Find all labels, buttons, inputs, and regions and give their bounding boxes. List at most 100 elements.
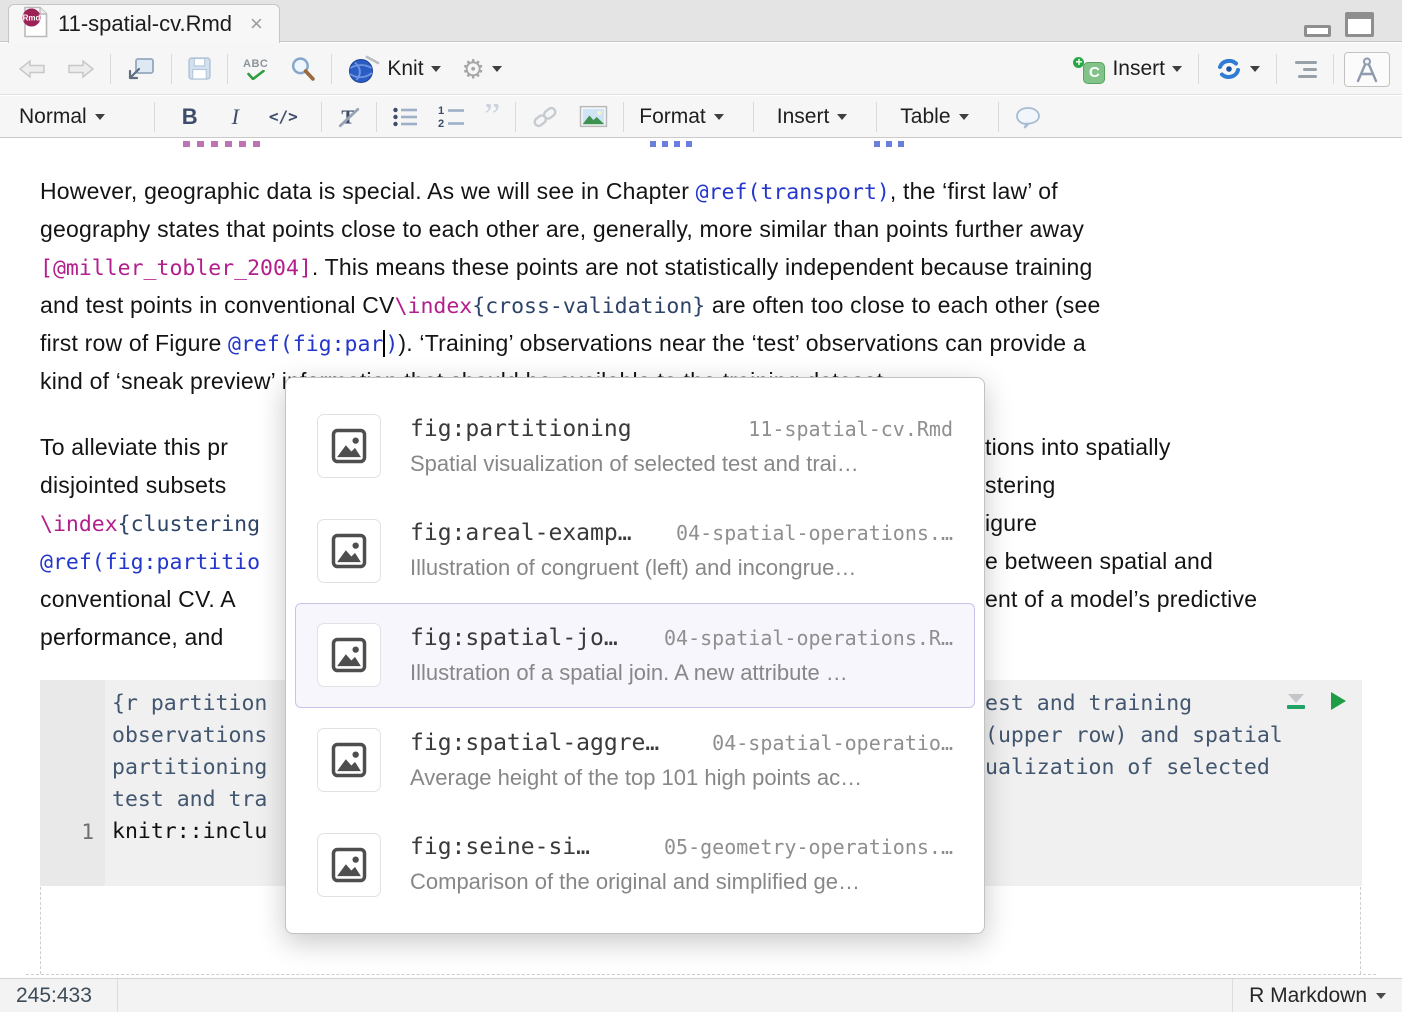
visual-mode-toggle-button[interactable] [1344,51,1390,87]
knit-button[interactable]: Knit [341,51,446,87]
document-outline-toggle[interactable] [1287,58,1323,81]
toolbar-separator [110,53,111,84]
numbered-list-icon: 1 2 [438,105,464,129]
xref-file: 04-spatial-operations.R… [664,625,953,650]
clear-formatting-button[interactable]: T [332,103,366,131]
run-above-icon [1288,693,1304,703]
svg-text:1: 1 [438,105,444,117]
link-icon [533,106,557,127]
text-line[interactable]: first row of Figure @ref(fig:par)). ‘Tra… [40,324,1370,362]
code-ref: @ref(fig:par [228,332,384,357]
bullet-list-icon [393,107,417,126]
image-button[interactable] [574,103,613,130]
back-arrow-icon [18,58,45,79]
xref-item[interactable]: fig:seine-si… 05-geometry-operations.… Co… [295,812,975,917]
text-line[interactable]: and test points in conventional CV\index… [40,286,1370,324]
xref-item[interactable]: fig:spatial-aggre… 04-spatial-operatio… A… [295,708,975,813]
italic-button[interactable]: I [227,102,244,132]
run-icon [1218,58,1240,79]
margin-guide [40,887,41,974]
maximize-icon[interactable] [1345,12,1374,37]
main-toolbar: ABC Knit ⚙ + C Insert [0,43,1402,95]
code-ref: @ref(transport) [695,180,890,205]
search-icon [292,57,316,81]
blockquote-button[interactable]: ” [479,102,505,132]
xref-desc: Illustration of congruent (left) and inc… [410,555,857,581]
run-button[interactable] [1209,54,1266,84]
table-menu[interactable]: Table [895,103,973,131]
toolbar-separator [331,53,333,84]
code-button[interactable]: </> [264,105,303,128]
back-button[interactable] [12,55,52,83]
margin-guide [26,974,1376,975]
chevron-down-icon [94,113,105,120]
xref-item[interactable]: fig:partitioning 11-spatial-cv.Rmd Spatia… [295,394,975,499]
find-replace-button[interactable] [283,52,322,85]
image-placeholder-icon [317,623,381,688]
text-line[interactable]: However, geographic data is special. As … [40,172,1370,210]
toolbar-separator [623,101,625,132]
knit-yarn-icon [349,55,380,83]
format-toolbar: Normal B I </> T [0,96,1402,138]
chevron-down-icon [1376,992,1386,999]
insert-menu[interactable]: Insert [772,103,853,131]
paragraph-style-select[interactable]: Normal [14,103,110,131]
gear-icon: ⚙ [461,53,485,84]
code-ref: @ref(fig:partitio [40,550,261,575]
paragraph: However, geographic data is special. As … [40,172,1370,400]
clipped-text-remnant [874,141,904,147]
format-menu[interactable]: Format [634,103,729,131]
numbered-list-button[interactable]: 1 2 [433,103,469,131]
chevron-down-icon [1172,66,1182,72]
chevron-down-icon [430,65,441,72]
xref-file: 04-spatial-operatio… [712,730,953,755]
show-in-new-window-button[interactable] [120,53,162,85]
outline-icon [1293,60,1317,78]
xref-item-selected[interactable]: fig:spatial-jo… 04-spatial-operations.R… … [295,603,975,708]
forward-arrow-icon [68,58,95,79]
toolbar-separator [227,53,228,84]
minimize-icon[interactable] [1304,25,1331,37]
index-argument: {cross-validation} [472,294,706,319]
spellcheck-button[interactable]: ABC [237,55,274,83]
editor-tab[interactable]: Rmd 11-spatial-cv.Rmd × [8,4,280,43]
document-mode-select[interactable]: R Markdown [1232,979,1402,1012]
status-bar: 245:433 R Markdown [0,978,1402,1012]
bold-button[interactable]: B [177,102,203,132]
save-icon [188,57,211,80]
link-button[interactable] [526,103,564,131]
editor-tab-bar: Rmd 11-spatial-cv.Rmd × [0,0,1402,43]
text-line[interactable]: [@miller_tobler_2004]. This means these … [40,248,1370,286]
svg-text:2: 2 [438,118,444,129]
clear-formatting-icon: T [338,107,359,128]
xref-title: fig:seine-si… [410,834,591,861]
comment-button[interactable] [1009,103,1047,131]
popout-window-icon [128,57,154,79]
xref-file: 05-geometry-operations.… [664,835,953,860]
forward-button[interactable] [61,55,101,83]
xref-item[interactable]: fig:areal-examp… 04-spatial-operations.… … [295,499,975,604]
index-argument: {clustering [117,512,261,537]
run-chunks-above-button[interactable] [1287,693,1305,709]
knit-settings-button[interactable]: ⚙ [456,53,508,85]
rmd-file-icon: Rmd [21,6,48,43]
xref-desc: Comparison of the original and simplifie… [410,869,861,895]
toolbar-separator [375,101,377,132]
run-chunk-button[interactable] [1331,692,1346,710]
toolbar-separator [1276,54,1277,84]
citation: [@miller_tobler_2004] [40,256,312,281]
save-button[interactable] [181,53,218,84]
clipped-text-remnant [650,141,698,147]
bullet-list-button[interactable] [387,104,423,130]
text-line[interactable]: geography states that points close to ea… [40,210,1370,248]
image-placeholder-icon [317,414,381,479]
close-icon[interactable]: × [250,13,263,35]
chevron-down-icon [1250,66,1260,72]
comment-bubble-icon [1015,106,1040,129]
inline-code-icon: </> [268,107,298,126]
xref-desc: Spatial visualization of selected test a… [410,450,859,476]
insert-chunk-button[interactable]: + C Insert [1065,52,1188,87]
chunk-gutter [40,680,105,886]
rstudio-source-window: Rmd 11-spatial-cv.Rmd × ABC Knit ⚙ + C I… [0,0,1402,1012]
cursor-position[interactable]: 245:433 [0,979,118,1012]
